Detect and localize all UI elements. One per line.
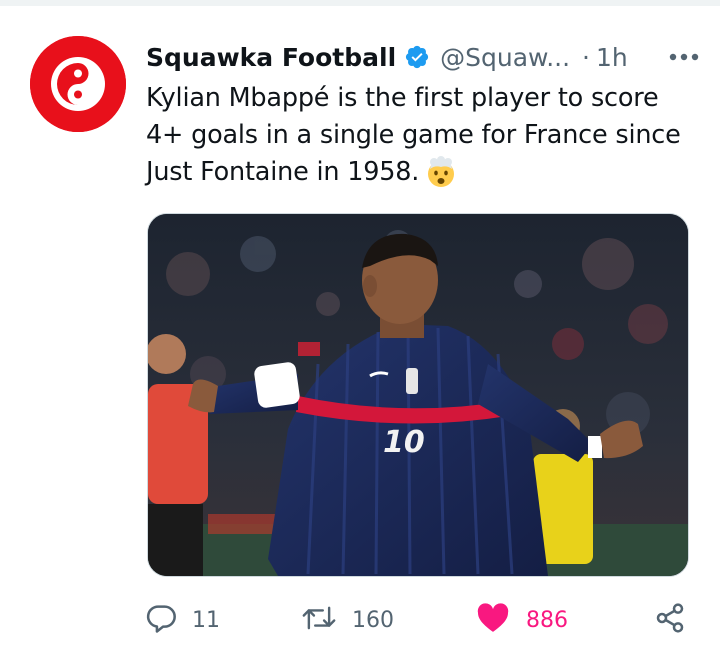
handle[interactable]: @Squaw... xyxy=(440,43,570,72)
verified-badge-icon xyxy=(404,44,430,70)
tweet-text: Kylian Mbappé is the first player to sco… xyxy=(146,80,706,191)
separator-dot: · xyxy=(582,42,590,72)
tweet-text-line-last: Just Fontaine in 1958. xyxy=(146,157,420,187)
tweet-text-line: Kylian Mbappé is the first player to sco… xyxy=(146,83,659,113)
reply-icon xyxy=(146,602,178,638)
retweet-icon xyxy=(300,602,338,638)
tweet-text-line: 4+ goals in a single game for France sin… xyxy=(146,120,681,150)
timestamp[interactable]: 1h xyxy=(596,43,628,72)
squawka-logo-icon xyxy=(30,36,126,132)
share-button[interactable] xyxy=(654,600,686,640)
reply-button[interactable]: 11 xyxy=(146,600,220,640)
heart-icon xyxy=(476,603,510,637)
more-icon[interactable] xyxy=(667,42,701,72)
photo-player-celebration: 10 xyxy=(148,214,688,576)
top-divider xyxy=(0,0,720,6)
reply-count: 11 xyxy=(192,607,220,633)
display-name[interactable]: Squawka Football xyxy=(146,43,396,72)
tweet-header: Squawka Football @Squaw... · 1h xyxy=(146,38,701,76)
retweet-button[interactable]: 160 xyxy=(300,600,394,640)
tweet-text-line: Just Fontaine in 1958. xyxy=(146,154,706,191)
exploding-head-emoji-icon xyxy=(425,156,457,188)
retweet-count: 160 xyxy=(352,607,394,633)
tweet-photo[interactable]: 10 xyxy=(147,213,689,577)
tweet-actions: 11 160 886 xyxy=(146,600,706,640)
like-count: 886 xyxy=(526,607,568,633)
jersey-number: 10 xyxy=(383,425,425,460)
avatar[interactable] xyxy=(30,36,126,132)
like-button[interactable]: 886 xyxy=(476,600,568,640)
share-icon xyxy=(654,602,686,638)
